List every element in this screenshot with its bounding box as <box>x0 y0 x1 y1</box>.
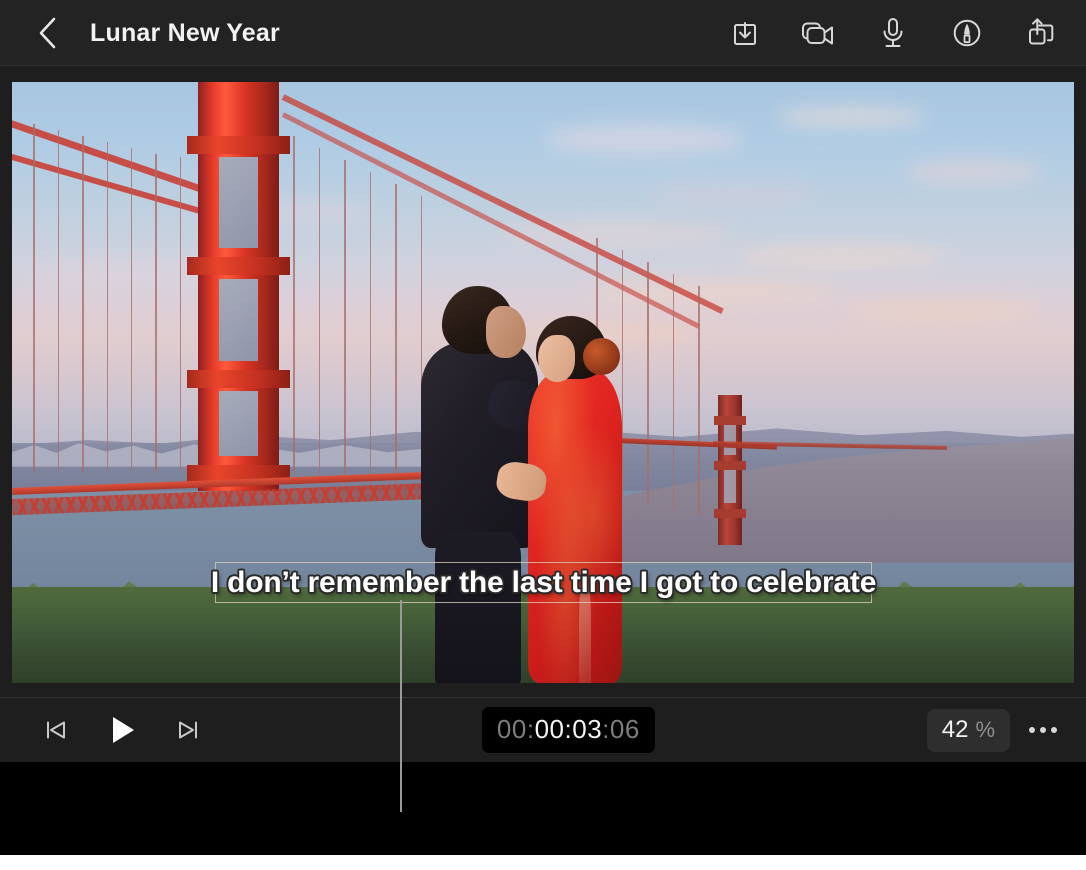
cable-hanger <box>370 172 372 491</box>
timeline-panel[interactable] <box>0 762 1086 855</box>
person-in-red-dress <box>524 316 626 683</box>
more-options-button[interactable] <box>1020 708 1066 752</box>
import-media-icon <box>729 17 761 49</box>
bridge-tower-near <box>198 82 279 491</box>
bridge-tower-far <box>718 395 741 545</box>
ellipsis-icon <box>1040 727 1046 733</box>
cable-hanger <box>107 142 109 473</box>
playback-control-bar: 00 : 00 : 03 : 06 42 % <box>0 698 1086 762</box>
share-button[interactable] <box>1018 10 1064 56</box>
cable-hanger <box>155 154 157 473</box>
ellipsis-icon <box>1029 727 1035 733</box>
timecode-sep-2: : <box>565 714 573 745</box>
cable-hanger <box>131 148 133 473</box>
page-title: Lunar New Year <box>90 19 280 48</box>
playhead[interactable] <box>400 600 402 812</box>
cable-hanger <box>344 160 346 485</box>
back-button[interactable] <box>26 11 70 55</box>
skip-to-end-icon <box>174 716 202 744</box>
zoom-level-control[interactable]: 42 % <box>927 709 1010 752</box>
timecode-sep-3: : <box>602 714 610 745</box>
cloud <box>777 106 926 128</box>
header-left-group: Lunar New Year <box>0 11 722 55</box>
pen-circle-icon <box>951 17 983 49</box>
share-export-icon <box>1024 16 1058 50</box>
app-header: Lunar New Year <box>0 0 1086 66</box>
cable-hanger <box>58 130 60 473</box>
cloud <box>649 184 819 204</box>
ellipsis-icon <box>1051 727 1057 733</box>
cable-hanger <box>180 157 182 470</box>
timecode-hours: 00 <box>497 714 527 745</box>
cable-hanger <box>293 136 295 473</box>
video-frame: I don’t remember the last time I got to … <box>12 82 1074 683</box>
cable-hanger <box>395 184 397 497</box>
timecode-sep-1: : <box>527 714 535 745</box>
play-button[interactable] <box>100 708 144 752</box>
video-editor-window: Lunar New Year <box>0 0 1086 870</box>
annotate-button[interactable] <box>944 10 990 56</box>
zoom-value: 42 <box>942 716 969 744</box>
zoom-unit: % <box>975 717 995 743</box>
caption-text: I don’t remember the last time I got to … <box>211 566 876 600</box>
caption-overlay[interactable]: I don’t remember the last time I got to … <box>215 562 872 603</box>
transport-controls <box>34 708 210 752</box>
record-video-button[interactable] <box>796 10 842 56</box>
cloud <box>904 160 1042 184</box>
microphone-icon <box>879 16 907 50</box>
timecode-seconds: 03 <box>572 714 602 745</box>
timecode-field[interactable]: 00 : 00 : 03 : 06 <box>482 707 655 753</box>
skip-to-end-button[interactable] <box>166 708 210 752</box>
cloud <box>543 124 745 154</box>
video-camera-icon <box>800 17 838 49</box>
skip-to-start-icon <box>42 716 70 744</box>
cable-hanger <box>698 286 700 514</box>
play-icon <box>105 713 139 747</box>
header-tool-group <box>722 10 1064 56</box>
record-voiceover-button[interactable] <box>870 10 916 56</box>
cable-hanger <box>33 124 35 473</box>
timecode-minutes: 00 <box>535 714 565 745</box>
video-preview[interactable]: I don’t remember the last time I got to … <box>12 82 1074 683</box>
chevron-left-icon <box>37 16 59 50</box>
cable-hanger <box>319 148 321 479</box>
timecode-frames: 06 <box>610 714 640 745</box>
bottom-edge-strip <box>0 855 1086 870</box>
header-divider <box>0 65 1086 66</box>
cable-hanger <box>673 274 675 508</box>
cable-hanger <box>647 262 649 502</box>
skip-to-start-button[interactable] <box>34 708 78 752</box>
import-media-button[interactable] <box>722 10 768 56</box>
cable-hanger <box>82 136 84 473</box>
